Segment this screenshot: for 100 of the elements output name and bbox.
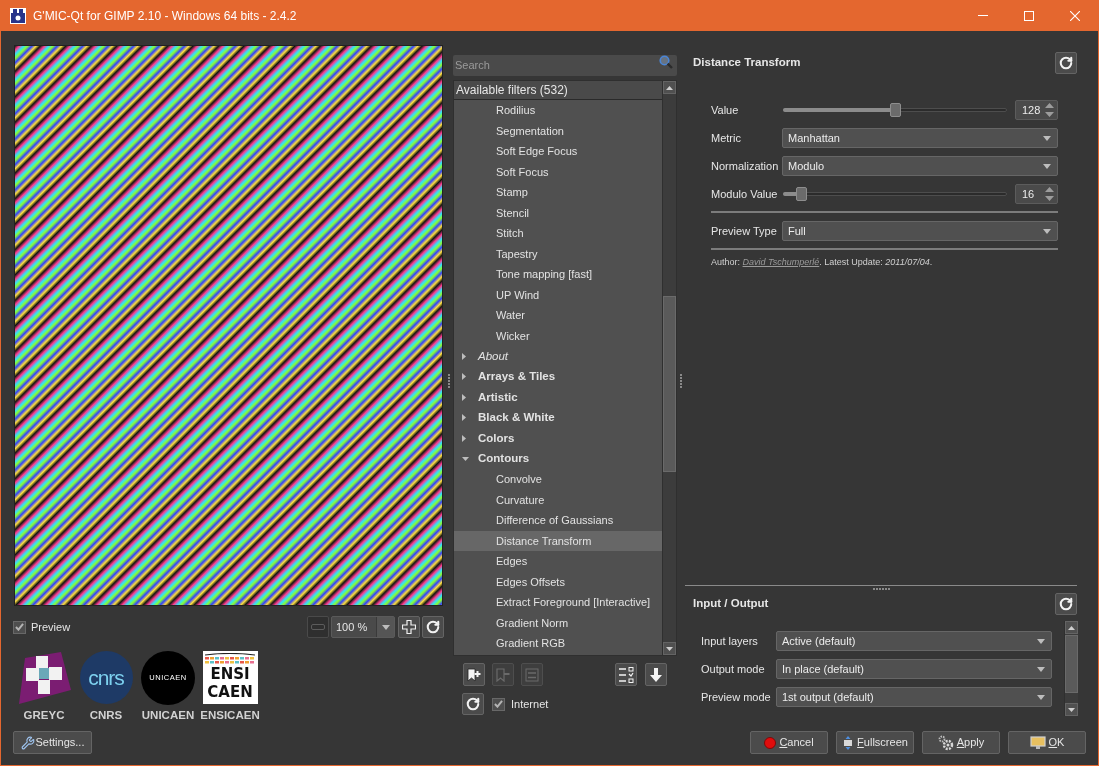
gears-icon (937, 734, 954, 751)
checkbox[interactable] (492, 697, 505, 711)
filter-item[interactable]: Gradient Norm (454, 612, 662, 633)
refresh-icon (1059, 597, 1073, 611)
scroll-down-button[interactable] (1065, 703, 1078, 716)
wrench-icon (20, 735, 35, 750)
field-label: Preview mode (701, 689, 772, 705)
filter-item[interactable]: Difference of Gaussians (454, 510, 662, 531)
search-field[interactable]: Search (453, 54, 677, 76)
number-spinbox[interactable]: 128 (1015, 100, 1058, 120)
greyc-logo (17, 651, 71, 704)
fullscreen-button[interactable]: Fullscreen (836, 731, 914, 754)
apply-button[interactable]: Apply (922, 731, 1000, 754)
filter-category[interactable]: About (454, 346, 662, 367)
caret-icon (1043, 228, 1051, 234)
filter-item[interactable]: Water (454, 305, 662, 326)
scrollbar-thumb[interactable] (663, 296, 676, 472)
caret-icon (1037, 638, 1045, 644)
scroll-down-button[interactable] (663, 642, 676, 655)
filter-item[interactable]: Segmentation (454, 120, 662, 141)
caret-down-icon (1068, 707, 1075, 712)
reset-zoom-button[interactable] (422, 616, 444, 638)
filter-item[interactable]: Convolve (454, 469, 662, 490)
filter-category[interactable]: Artistic (454, 387, 662, 408)
parameter-dropdown[interactable]: Manhattan (782, 128, 1058, 148)
window-title: G'MIC-Qt for GIMP 2.10 - Windows 64 bits - 2.4.2 (33, 7, 297, 25)
caret-icon (1037, 666, 1045, 672)
expand-triangle-icon[interactable] (462, 393, 466, 401)
refresh-icon (1059, 56, 1073, 70)
expand-triangle-icon[interactable] (462, 373, 466, 381)
expand-triangle-icon[interactable] (462, 434, 466, 442)
monitor-icon (1029, 735, 1046, 750)
filter-item[interactable]: Edges Offsets (454, 571, 662, 592)
filter-item[interactable]: Tone mapping [fast] (454, 264, 662, 285)
spin-arrows-icon (1045, 103, 1054, 117)
scroll-up-button[interactable] (663, 81, 676, 94)
filter-item[interactable]: Wicker (454, 325, 662, 346)
filter-item[interactable]: Rodilius (454, 100, 662, 121)
mode-dropdown[interactable]: In place (default) (776, 659, 1052, 679)
caret-icon (1037, 694, 1045, 700)
arrow-down-icon (650, 667, 662, 682)
filter-tool-button[interactable] (615, 663, 637, 686)
mode-dropdown[interactable]: 1st output (default) (776, 687, 1052, 707)
reset-parameters-button[interactable] (1055, 52, 1077, 74)
zoom-dropdown[interactable]: 100 % (331, 616, 395, 638)
settings-button[interactable]: Settings... (13, 731, 92, 754)
filter-item[interactable]: Gradient RGB (454, 633, 662, 654)
filter-item[interactable]: Soft Edge Focus (454, 141, 662, 162)
slider-thumb[interactable] (889, 103, 901, 117)
filter-item[interactable]: Stitch (454, 223, 662, 244)
plus-icon (402, 620, 416, 634)
collapse-triangle-icon[interactable] (462, 456, 469, 461)
rename-icon (525, 667, 539, 682)
scrollbar[interactable] (1064, 621, 1078, 716)
checkbox[interactable] (13, 620, 26, 634)
app-icon (10, 7, 26, 24)
filter-item[interactable]: Curvature (454, 489, 662, 510)
cancel-button[interactable]: Cancel (750, 731, 828, 754)
filter-item[interactable]: UP Wind (454, 284, 662, 305)
author-link[interactable]: David Tschumperlé (742, 257, 820, 267)
mode-dropdown[interactable]: Active (default) (776, 631, 1052, 651)
parameter-label: Normalization (711, 158, 780, 174)
filter-category[interactable]: Colors (454, 428, 662, 449)
internet-label: Internet (511, 696, 549, 712)
slider[interactable] (783, 187, 1007, 201)
filter-category[interactable]: Arrays & Tiles (454, 366, 662, 387)
refresh-filters-button[interactable] (462, 693, 484, 715)
zoom-in-button[interactable] (398, 616, 420, 638)
logo-caption: UNICAEN (141, 708, 195, 723)
parameter-dropdown[interactable]: Full (782, 221, 1058, 241)
filter-tool-button[interactable] (645, 663, 667, 686)
filter-item[interactable]: Soft Focus (454, 161, 662, 182)
number-spinbox[interactable]: 16 (1015, 184, 1058, 204)
scroll-up-button[interactable] (1065, 621, 1078, 634)
reset-input-output-button[interactable] (1055, 593, 1077, 615)
expand-triangle-icon[interactable] (462, 352, 466, 360)
filter-category[interactable]: Contours (454, 448, 662, 469)
close-icon (1070, 10, 1080, 21)
logo-caption: ENSICAEN (200, 708, 260, 723)
preview-label: Preview (31, 619, 71, 635)
spin-arrows-icon (1045, 187, 1054, 201)
expand-triangle-icon[interactable] (462, 414, 466, 422)
filter-item[interactable]: Extract Foreground [Interactive] (454, 592, 662, 613)
ok-button[interactable]: OK (1008, 731, 1086, 754)
filter-category[interactable]: Black & White (454, 407, 662, 428)
filter-tool-button[interactable] (463, 663, 485, 686)
filter-item[interactable]: Tapestry (454, 243, 662, 264)
filter-item[interactable]: Distance Transform (454, 530, 662, 551)
bookmark-plus-icon (467, 667, 481, 682)
scrollbar[interactable] (662, 81, 676, 655)
logo-text: cnrs (88, 667, 124, 688)
color-bars-drawing (205, 653, 255, 665)
filter-item[interactable]: Stamp (454, 182, 662, 203)
scrollbar-thumb[interactable] (1065, 635, 1078, 693)
slider[interactable] (783, 103, 1007, 117)
slider-thumb[interactable] (795, 187, 807, 201)
filter-list-header: Available filters (532) (454, 81, 662, 100)
filter-item[interactable]: Edges (454, 551, 662, 572)
filter-item[interactable]: Stencil (454, 202, 662, 223)
parameter-dropdown[interactable]: Modulo (782, 156, 1058, 176)
